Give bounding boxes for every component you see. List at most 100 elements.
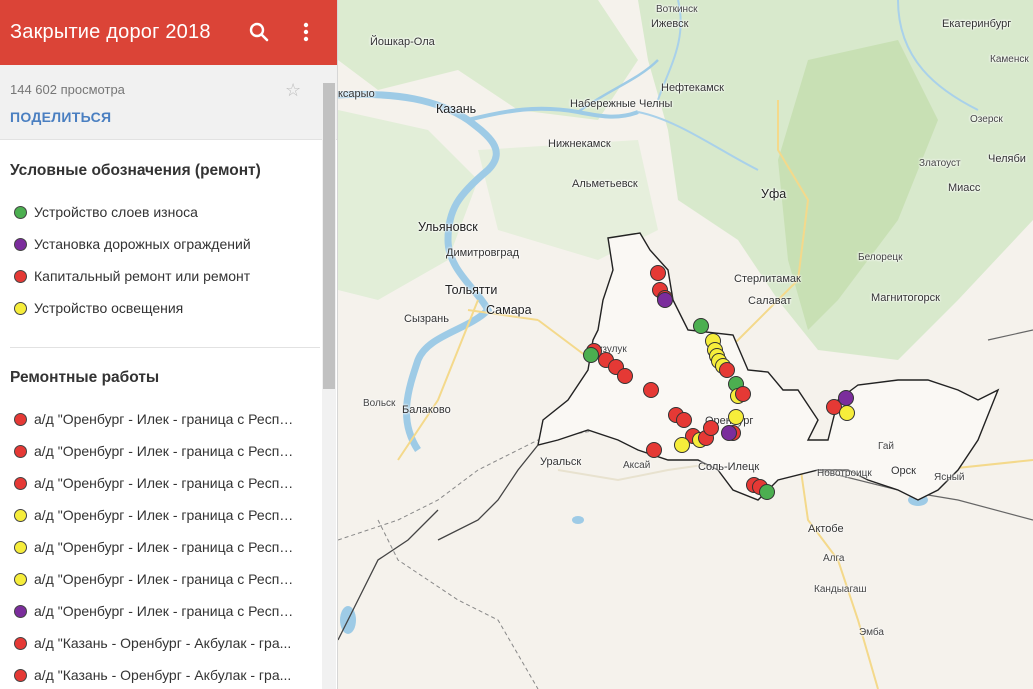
place-label-alga: Алга (823, 553, 845, 564)
star-icon[interactable]: ☆ (285, 80, 301, 101)
place-label-beloretsk: Белорецк (858, 252, 903, 263)
legend-item[interactable]: Устройство освещения (14, 297, 314, 319)
map-marker-purple[interactable] (721, 425, 737, 441)
map-title: Закрытие дорог 2018 (10, 21, 211, 43)
work-item-label: а/д "Оренбург - Илек - граница с Респу..… (34, 507, 296, 523)
sidebar-scrollbar[interactable] (322, 83, 336, 689)
place-label-orsk: Орск (891, 465, 916, 477)
map-canvas[interactable]: Воткинск Ижевск Екатеринбург Йошкар-Ола Каме… (338, 0, 1033, 689)
work-item-label: а/д "Казань - Оренбург - Акбулак - гра..… (34, 635, 292, 651)
map-marker-yellow[interactable] (839, 405, 855, 421)
place-label-chelyabinsk: Челяби (988, 153, 1026, 165)
place-label-kamensk: Каменск (990, 54, 1029, 65)
place-label-volsk: Вольск (363, 398, 396, 409)
place-label-samara: Самара (486, 303, 532, 317)
legend-item-label: Капитальный ремонт или ремонт (34, 268, 251, 284)
section-divider (10, 347, 320, 348)
place-label-balakovo: Балаково (402, 404, 451, 416)
map-marker-red[interactable] (676, 412, 692, 428)
place-label-yoshkar-ola: Йошкар-Ола (370, 36, 435, 48)
map-marker-red[interactable] (617, 368, 633, 384)
work-item-label: а/д "Оренбург - Илек - граница с Респу..… (34, 571, 296, 587)
work-item[interactable]: а/д "Оренбург - Илек - граница с Респу..… (14, 440, 314, 462)
work-item[interactable]: а/д "Оренбург - Илек - граница с Респу..… (14, 472, 314, 494)
red-marker-icon (14, 668, 27, 682)
place-label-uralsk: Уральск (540, 456, 582, 468)
map-marker-red[interactable] (650, 265, 666, 281)
map-marker-purple[interactable] (657, 292, 673, 308)
place-label-kandyagash: Кандыагаш (814, 584, 867, 595)
place-label-zlatoust: Златоуст (919, 158, 961, 169)
map-marker-purple[interactable] (838, 390, 854, 406)
place-label-yekaterinburg: Екатеринбург (942, 18, 1012, 30)
place-label-aksai: Аксай (623, 460, 651, 471)
map-marker-green[interactable] (583, 347, 599, 363)
work-item-label: а/д "Оренбург - Илек - граница с Респу..… (34, 475, 296, 491)
place-label-novotroitsk: Новотроицк (817, 468, 872, 479)
place-label-nab-chelny: Набережные Челны (570, 98, 673, 110)
place-label-izhevsk: Ижевск (651, 18, 689, 30)
place-label-gai: Гай (878, 441, 895, 452)
work-item-label: а/д "Казань - Оренбург - Акбулак - гра..… (34, 667, 292, 683)
map-marker-red[interactable] (643, 382, 659, 398)
purple-marker-icon (14, 237, 27, 251)
work-item-label: а/д "Оренбург - Илек - граница с Респу..… (34, 603, 296, 619)
place-label-nizhnekamsk: Нижнекамск (548, 138, 611, 150)
place-label-magnitogorsk: Магнитогорск (871, 292, 940, 304)
yellow-marker-icon (14, 301, 27, 315)
map-marker-red[interactable] (703, 420, 719, 436)
place-label-emba: Эмба (859, 627, 884, 638)
purple-marker-icon (14, 604, 27, 618)
place-label-aktobe: Актобе (808, 523, 844, 535)
map-marker-yellow[interactable] (674, 437, 690, 453)
yellow-marker-icon (14, 540, 27, 554)
work-item[interactable]: а/д "Оренбург - Илек - граница с Респу..… (14, 408, 314, 430)
place-label-tolyatti: Тольятти (445, 283, 498, 297)
red-marker-icon (14, 636, 27, 650)
place-label-salavat: Салават (748, 295, 792, 307)
work-item-label: а/д "Оренбург - Илек - граница с Респу..… (34, 443, 296, 459)
work-item[interactable]: а/д "Оренбург - Илек - граница с Респу..… (14, 600, 314, 622)
place-label-ulyanovsk: Ульяновск (418, 220, 478, 234)
place-label-votkinsk: Воткинск (656, 4, 698, 15)
work-item-label: а/д "Оренбург - Илек - граница с Респу..… (34, 539, 296, 555)
green-marker-icon (14, 205, 27, 219)
place-label-samara-left: ксарыо (338, 88, 375, 100)
legend-item[interactable]: Капитальный ремонт или ремонт (14, 265, 314, 287)
works-title: Ремонтные работы (10, 369, 160, 386)
legend-item-label: Устройство освещения (34, 300, 184, 316)
yellow-marker-icon (14, 508, 27, 522)
map-marker-green[interactable] (693, 318, 709, 334)
work-item[interactable]: а/д "Оренбург - Илек - граница с Респу..… (14, 504, 314, 526)
place-label-neftekamsk: Нефтекамск (661, 82, 724, 94)
work-item[interactable]: а/д "Казань - Оренбург - Акбулак - гра..… (14, 632, 314, 654)
map-marker-green[interactable] (759, 484, 775, 500)
place-label-syzran: Сызрань (404, 313, 449, 325)
legend-item[interactable]: Устройство слоев износа (14, 201, 314, 223)
scrollbar-thumb[interactable] (323, 83, 335, 389)
place-label-dimitrovgrad: Димитровград (446, 247, 520, 259)
map-marker-red[interactable] (735, 386, 751, 402)
work-item-label: а/д "Оренбург - Илек - граница с Респу..… (34, 411, 296, 427)
place-label-sol-iletsk: Соль-Илецк (698, 461, 760, 473)
map-marker-yellow[interactable] (728, 409, 744, 425)
place-label-miass: Миасс (948, 182, 981, 194)
work-item[interactable]: а/д "Казань - Оренбург - Акбулак - гра..… (14, 664, 314, 686)
legend-item[interactable]: Установка дорожных ограждений (14, 233, 314, 255)
map-sidebar: Закрытие дорог 2018 144 602 просмотра ПО… (0, 0, 338, 689)
map-marker-red[interactable] (646, 442, 662, 458)
place-label-sterlitamak: Стерлитамак (734, 273, 801, 285)
red-marker-icon (14, 412, 27, 426)
share-button[interactable]: ПОДЕЛИТЬСЯ (10, 109, 111, 125)
app-header: Закрытие дорог 2018 (0, 0, 337, 65)
legend-item-label: Устройство слоев износа (34, 204, 198, 220)
view-count: 144 602 просмотра (10, 82, 125, 97)
place-label-ozersk: Озерск (970, 114, 1003, 125)
more-vert-icon[interactable] (292, 18, 320, 46)
search-icon[interactable] (245, 18, 273, 46)
work-item[interactable]: а/д "Оренбург - Илек - граница с Респу..… (14, 536, 314, 558)
red-marker-icon (14, 444, 27, 458)
legend-title: Условные обозначения (ремонт) (10, 162, 261, 179)
red-marker-icon (14, 269, 27, 283)
work-item[interactable]: а/д "Оренбург - Илек - граница с Респу..… (14, 568, 314, 590)
